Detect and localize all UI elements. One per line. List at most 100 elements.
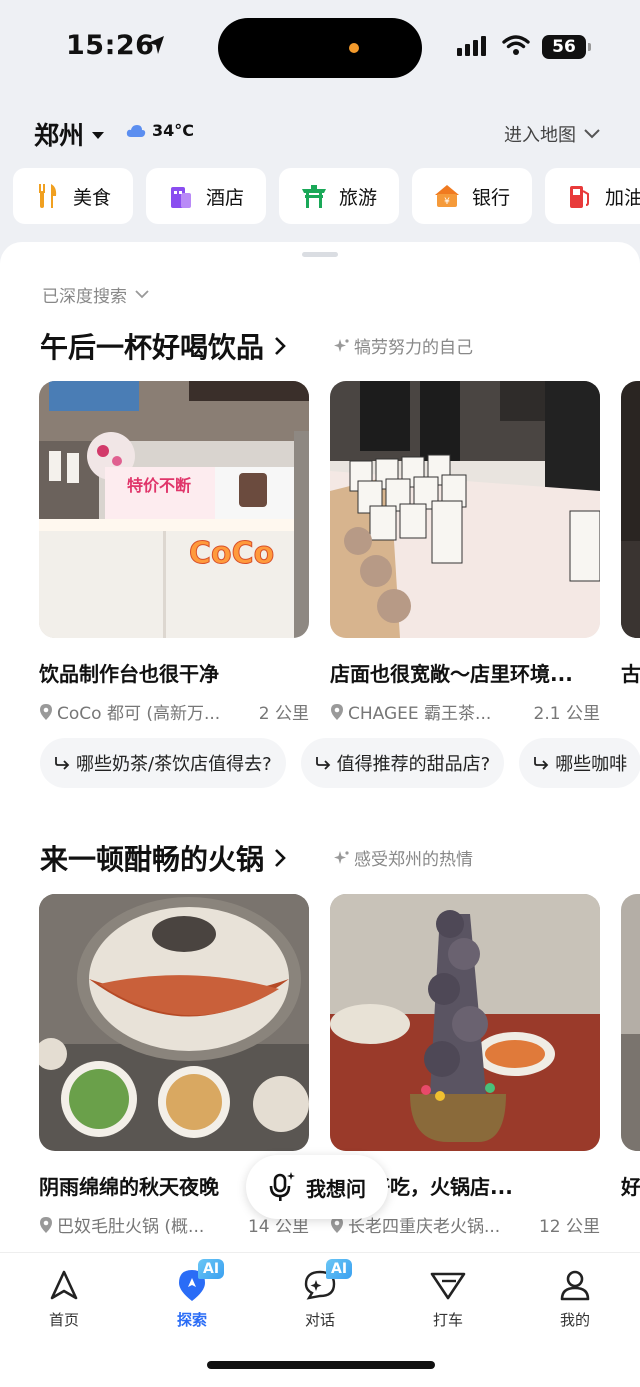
section-subtitle: 犒劳努力的自己 — [334, 333, 473, 358]
category-label: 加油 — [604, 186, 640, 209]
location-pin-icon — [40, 703, 52, 720]
card-meta: CHAGEE 霸王茶... 2.1 公里 — [330, 699, 600, 724]
status-time: 15:26 — [66, 30, 155, 61]
tab-label: 对话 — [304, 1311, 335, 1329]
category-bank[interactable]: ¥ 银行 — [412, 168, 532, 224]
coco-sign-text: CoCo — [189, 536, 274, 571]
cellular-signal-icon — [457, 36, 486, 56]
tab-label: 我的 — [559, 1311, 590, 1329]
microphone-sparkle-icon — [269, 1172, 295, 1201]
sparkle-icon — [334, 850, 349, 864]
place-card[interactable]: 古 — [621, 381, 640, 724]
distance: 2.1 公里 — [533, 704, 600, 724]
section-title-drinks[interactable]: 午后一杯好喝饮品 — [40, 326, 286, 366]
promo-banner-text: 特价不断 — [127, 476, 191, 495]
card-title: 店面也很宽敞～店里环境... — [330, 662, 573, 686]
gate-icon — [301, 183, 327, 209]
suggestion-chip[interactable]: 哪些咖啡 — [519, 738, 640, 788]
cloud-icon — [126, 124, 146, 137]
section-title-text: 午后一杯好喝饮品 — [40, 331, 265, 364]
place-card[interactable]: 店面也很宽敞～店里环境... CHAGEE 霸王茶... 2.1 公里 — [330, 381, 600, 724]
city-selector[interactable]: 郑州 — [34, 116, 105, 152]
distance: 12 公里 — [538, 1217, 600, 1237]
section-subtitle: 感受郑州的热情 — [334, 845, 473, 870]
place-photo — [330, 894, 600, 1151]
location-pin-icon — [40, 1216, 52, 1233]
category-label: 酒店 — [205, 186, 244, 209]
reply-arrow-icon — [55, 757, 70, 770]
temperature: 34°C — [152, 121, 195, 140]
shop-name: CHAGEE 霸王茶... — [348, 704, 492, 724]
card-meta: CoCo 都可 (高新万... 2 公里 — [39, 699, 309, 724]
category-label: 银行 — [471, 186, 510, 209]
results-sheet[interactable]: 已深度搜索 午后一杯好喝饮品 犒劳努力的自己 特价不断 CoCo 饮品制作台也很… — [0, 242, 640, 1252]
place-photo — [330, 381, 600, 638]
location-pin-icon — [331, 703, 343, 720]
sparkle-icon — [334, 338, 349, 352]
category-hotel[interactable]: 酒店 — [146, 168, 266, 224]
hotel-icon — [168, 183, 194, 209]
taxi-icon — [430, 1272, 466, 1300]
deep-search-label: 已深度搜索 — [42, 287, 127, 307]
tab-home[interactable]: 首页 — [24, 1265, 104, 1330]
gas-pump-icon — [567, 183, 593, 209]
fork-knife-icon — [35, 183, 61, 209]
category-label: 美食 — [72, 186, 111, 209]
place-photo: 特价不断 CoCo — [39, 381, 309, 638]
place-card[interactable]: 好 — [621, 894, 640, 1237]
ai-badge: AI — [326, 1259, 353, 1279]
deep-search-toggle[interactable]: 已深度搜索 — [42, 282, 149, 307]
navigation-arrow-icon — [50, 1270, 78, 1300]
category-gas[interactable]: 加油 — [545, 168, 640, 224]
suggestion-chip[interactable]: 值得推荐的甜品店? — [300, 738, 505, 788]
battery-indicator: 56 — [542, 35, 591, 59]
shop-name: 长老四重庆老火锅... — [348, 1217, 501, 1237]
tab-label: 首页 — [48, 1311, 79, 1329]
chevron-down-icon — [135, 290, 149, 299]
location-arrow-icon — [148, 36, 164, 54]
person-icon — [560, 1270, 590, 1301]
card-title: 好 — [621, 1175, 640, 1199]
category-food[interactable]: 美食 — [13, 168, 133, 224]
chevron-right-icon — [275, 849, 286, 867]
section-title-text: 来一顿酣畅的火锅 — [40, 843, 265, 876]
place-photo — [621, 894, 640, 1151]
section-subtitle-text: 犒劳努力的自己 — [354, 338, 473, 358]
tab-chat[interactable]: AI 对话 — [280, 1259, 360, 1330]
suggestion-chip[interactable]: 哪些奶茶/茶饮店值得去? — [40, 738, 286, 788]
chevron-down-icon — [584, 129, 600, 139]
bank-icon: ¥ — [434, 183, 460, 209]
place-photo — [39, 894, 309, 1151]
section-title-hotpot[interactable]: 来一顿酣畅的火锅 — [40, 838, 286, 878]
suggestion-text: 哪些咖啡 — [555, 754, 628, 775]
tab-explore[interactable]: AI 探索 — [152, 1259, 232, 1330]
category-travel[interactable]: 旅游 — [279, 168, 399, 224]
shop-name: 巴奴毛肚火锅 (概... — [57, 1217, 205, 1237]
ai-badge: AI — [198, 1259, 225, 1279]
status-bar: 15:26 56 — [0, 0, 640, 96]
distance: 2 公里 — [258, 704, 309, 724]
suggestion-text: 值得推荐的甜品店? — [336, 754, 491, 775]
place-photo — [621, 381, 640, 638]
section-subtitle-text: 感受郑州的热情 — [354, 850, 473, 870]
ask-ai-button[interactable]: 我想问 — [246, 1155, 388, 1219]
drinks-card-row: 特价不断 CoCo 饮品制作台也很干净 CoCo 都可 (高新万... 2 公里 — [39, 381, 640, 724]
reply-arrow-icon — [315, 757, 330, 770]
tab-taxi[interactable]: 打车 — [408, 1265, 488, 1330]
enter-map-link[interactable]: 进入地图 — [504, 121, 600, 147]
suggestion-row: 哪些奶茶/茶饮店值得去? 值得推荐的甜品店? 哪些咖啡 — [40, 738, 640, 788]
chevron-right-icon — [275, 337, 286, 355]
tab-label: 打车 — [432, 1311, 463, 1329]
sheet-drag-handle[interactable] — [302, 252, 338, 257]
tab-label: 探索 — [176, 1311, 207, 1329]
suggestion-text: 哪些奶茶/茶饮店值得去? — [76, 754, 272, 775]
home-indicator[interactable] — [207, 1361, 435, 1369]
category-bar: 美食 酒店 旅游 ¥ 银行 加油 — [13, 168, 640, 224]
tab-profile[interactable]: 我的 — [535, 1265, 615, 1330]
place-card[interactable]: 特价不断 CoCo 饮品制作台也很干净 CoCo 都可 (高新万... 2 公里 — [39, 381, 309, 724]
ask-ai-label: 我想问 — [306, 1176, 366, 1201]
card-title: 饮品制作台也很干净 — [39, 662, 219, 686]
city-name: 郑州 — [34, 121, 85, 150]
weather-widget[interactable]: 34°C — [126, 121, 194, 140]
card-title: 古 — [621, 662, 640, 686]
